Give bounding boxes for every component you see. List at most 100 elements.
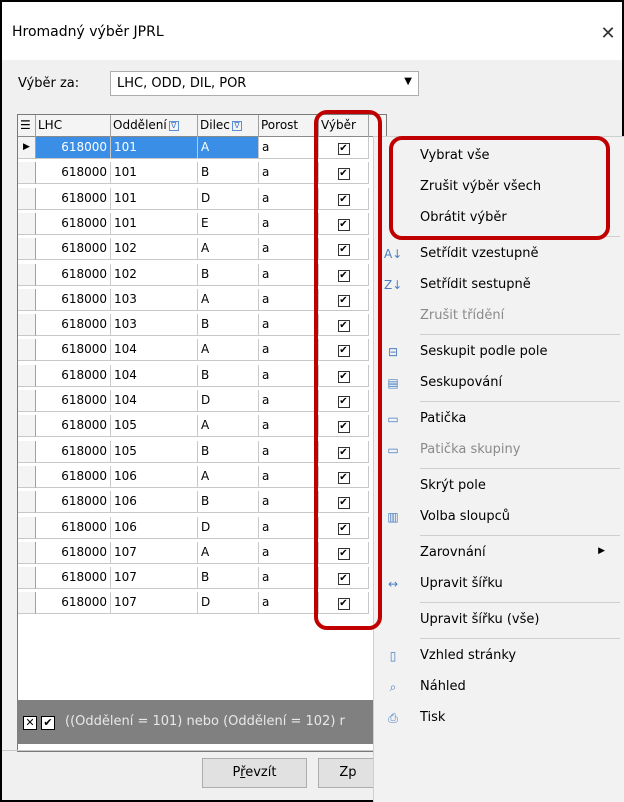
menu-separator bbox=[420, 468, 620, 469]
cell-Dilec: A bbox=[198, 137, 259, 159]
cell-Porost: a bbox=[259, 212, 319, 235]
row-indicator bbox=[18, 339, 36, 362]
row-indicator bbox=[18, 288, 36, 311]
cell-Porost: a bbox=[259, 465, 319, 488]
menu-item-label: Setřídit vzestupně bbox=[420, 246, 539, 261]
menu-item-14[interactable]: Upravit šířku (vše) bbox=[374, 605, 624, 635]
menu-item-label: Skrýt pole bbox=[420, 478, 486, 493]
menu-item-16[interactable]: ⌕ Náhled bbox=[374, 672, 624, 702]
cell-Dilec: B bbox=[198, 364, 259, 387]
menu-item-label: Seskupování bbox=[420, 375, 503, 390]
cell-Porost: a bbox=[259, 440, 319, 463]
cell-LHC: 618000 bbox=[36, 263, 111, 286]
filter-expression: ((Oddělení = 101) nebo (Oddělení = 102) … bbox=[65, 714, 345, 729]
menu-item-15[interactable]: ▯ Vzhled stránky bbox=[374, 641, 624, 671]
clear-filter-icon[interactable]: ✕ bbox=[23, 716, 37, 730]
cell-Oddělení: 107 bbox=[111, 567, 198, 590]
column-filter-icon[interactable]: ∇ bbox=[231, 121, 242, 131]
cell-LHC: 618000 bbox=[36, 592, 111, 615]
cell-Porost: a bbox=[259, 491, 319, 514]
cell-Oddělení: 105 bbox=[111, 440, 198, 463]
cell-Oddělení: 101 bbox=[111, 137, 198, 159]
column-header-3[interactable]: Porost bbox=[259, 115, 319, 137]
cell-LHC: 618000 bbox=[36, 491, 111, 514]
menu-item-4[interactable]: Z↓ Setřídit sestupně bbox=[374, 270, 624, 300]
dropdown-arrow-icon[interactable]: ▼ bbox=[404, 76, 412, 87]
cell-Oddělení: 103 bbox=[111, 288, 198, 311]
cell-LHC: 618000 bbox=[36, 516, 111, 539]
row-indicator bbox=[18, 516, 36, 539]
row-indicator bbox=[18, 238, 36, 261]
menu-item-17[interactable]: ⎙ Tisk bbox=[374, 703, 624, 733]
menu-item-label: Patička skupiny bbox=[420, 442, 521, 457]
column-header-0[interactable]: LHC bbox=[36, 115, 111, 137]
row-indicator bbox=[18, 440, 36, 463]
cell-Dilec: A bbox=[198, 415, 259, 438]
menu-item-3[interactable]: A↓ Setřídit vzestupně bbox=[374, 239, 624, 269]
column-header-1[interactable]: Oddělení ∇ bbox=[111, 115, 198, 137]
cancel-button[interactable]: Zp bbox=[318, 758, 378, 788]
menu-item-label: Upravit šířku (vše) bbox=[420, 612, 540, 627]
cell-Porost: a bbox=[259, 541, 319, 564]
cell-Dilec: A bbox=[198, 339, 259, 362]
menu-item-label: Náhled bbox=[420, 679, 466, 694]
cell-Oddělení: 102 bbox=[111, 238, 198, 261]
cell-Porost: a bbox=[259, 187, 319, 210]
cell-Dilec: A bbox=[198, 541, 259, 564]
cell-LHC: 618000 bbox=[36, 465, 111, 488]
menu-item-12[interactable]: Zarovnání ▶ bbox=[374, 538, 624, 568]
cell-Dilec: B bbox=[198, 314, 259, 337]
menu-item-label: Volba sloupců bbox=[420, 509, 511, 524]
print-icon: ⎙ bbox=[388, 711, 398, 725]
cell-Dilec: D bbox=[198, 516, 259, 539]
accept-button[interactable]: Převzít bbox=[202, 758, 307, 788]
menu-item-8[interactable]: ▭ Patička bbox=[374, 404, 624, 434]
filter-enabled-checkbox[interactable]: ✔ bbox=[41, 716, 55, 730]
row-indicator: ▶ bbox=[18, 137, 36, 159]
filter-combo-value: LHC, ODD, DIL, POR bbox=[117, 76, 247, 91]
menu-item-6[interactable]: ⊟ Seskupit podle pole bbox=[374, 337, 624, 367]
close-icon[interactable]: ✕ bbox=[594, 20, 622, 48]
cell-Dilec: A bbox=[198, 238, 259, 261]
cell-LHC: 618000 bbox=[36, 212, 111, 235]
filter-label: Výběr za: bbox=[18, 76, 80, 91]
menu-item-label: Upravit šířku bbox=[420, 576, 503, 591]
cell-LHC: 618000 bbox=[36, 288, 111, 311]
cell-Porost: a bbox=[259, 339, 319, 362]
row-indicator bbox=[18, 592, 36, 615]
cell-LHC: 618000 bbox=[36, 137, 111, 159]
menu-item-label: Zrušit třídění bbox=[420, 308, 505, 323]
menu-item-13[interactable]: ↔ Upravit šířku bbox=[374, 569, 624, 599]
page-setup-icon: ▯ bbox=[389, 649, 397, 663]
cell-Oddělení: 101 bbox=[111, 212, 198, 235]
cell-LHC: 618000 bbox=[36, 415, 111, 438]
cell-Dilec: B bbox=[198, 162, 259, 185]
cell-LHC: 618000 bbox=[36, 238, 111, 261]
column-filter-icon[interactable]: ∇ bbox=[168, 121, 179, 131]
row-indicator bbox=[18, 314, 36, 337]
menu-item-label: Seskupit podle pole bbox=[420, 344, 548, 359]
menu-item-10[interactable]: Skrýt pole bbox=[374, 471, 624, 501]
cell-LHC: 618000 bbox=[36, 314, 111, 337]
highlight-selection-items bbox=[389, 136, 610, 240]
cell-Oddělení: 104 bbox=[111, 364, 198, 387]
cell-Porost: a bbox=[259, 364, 319, 387]
cell-Porost: a bbox=[259, 137, 319, 159]
filter-combo[interactable]: LHC, ODD, DIL, POR ▼ bbox=[110, 71, 419, 96]
cell-Dilec: D bbox=[198, 390, 259, 412]
column-chooser-icon: ▥ bbox=[387, 510, 399, 524]
cell-Porost: a bbox=[259, 238, 319, 261]
menu-separator bbox=[420, 535, 620, 536]
cell-Dilec: A bbox=[198, 465, 259, 488]
row-indicator bbox=[18, 541, 36, 564]
menu-item-11[interactable]: ▥ Volba sloupců bbox=[374, 502, 624, 532]
menu-item-7[interactable]: ▤ Seskupování bbox=[374, 368, 624, 398]
column-header-label: Oddělení bbox=[113, 118, 167, 132]
column-chooser-icon[interactable]: ☰ bbox=[18, 115, 36, 137]
cell-LHC: 618000 bbox=[36, 187, 111, 210]
highlight-vyber-column bbox=[314, 110, 382, 630]
title-bar: Hromadný výběr JPRL ✕ bbox=[2, 2, 622, 60]
print-preview-icon: ⌕ bbox=[389, 680, 397, 694]
column-header-2[interactable]: Dilec ∇ bbox=[198, 115, 259, 137]
cell-Oddělení: 106 bbox=[111, 491, 198, 514]
